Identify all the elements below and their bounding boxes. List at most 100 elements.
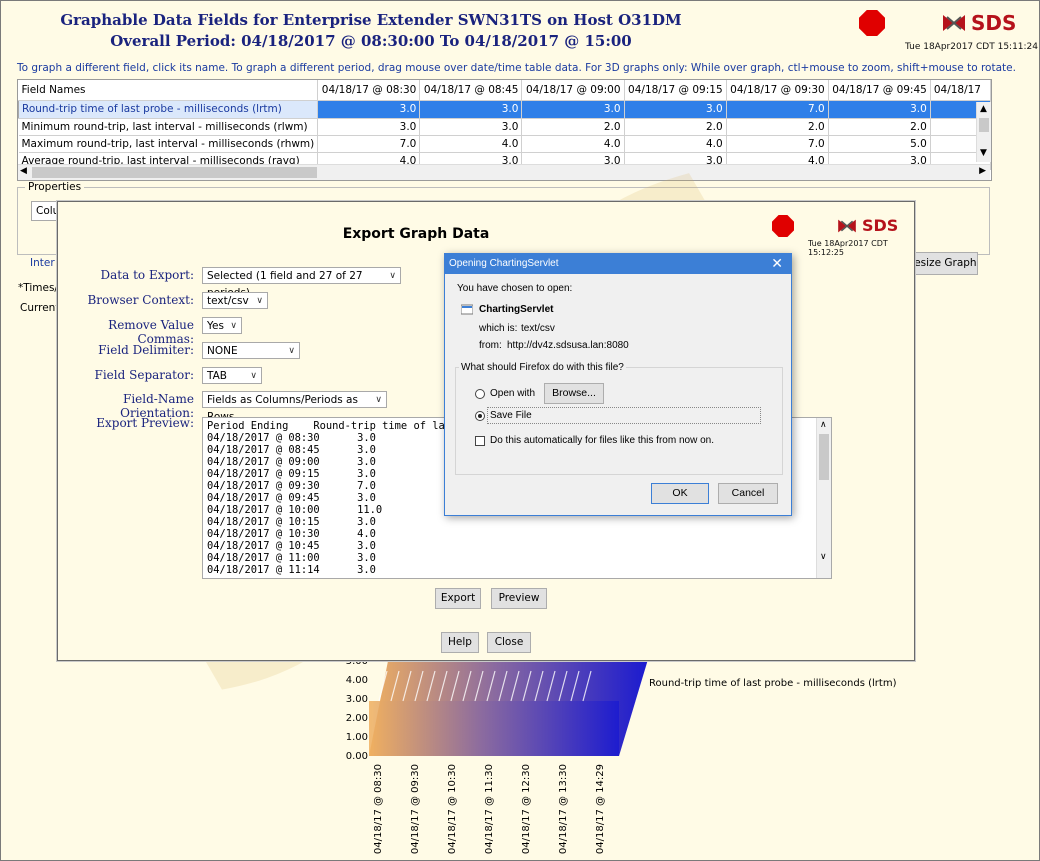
select-value: NONE bbox=[207, 345, 238, 357]
help-button[interactable]: Help bbox=[441, 632, 479, 653]
x-tick: 04/18/17 @ 12:30 bbox=[521, 764, 532, 855]
field-orientation-select[interactable]: Fields as Columns/Periods as Rows∨ bbox=[202, 391, 387, 423]
cell[interactable]: 5.0 bbox=[828, 135, 931, 153]
period-column-header[interactable]: 04/18/17 @ 08:45 bbox=[419, 80, 523, 101]
logo-text: SDS bbox=[862, 216, 899, 235]
cell[interactable]: 3.0 bbox=[624, 100, 727, 119]
which-is-value: text/csv bbox=[521, 323, 555, 334]
period-column-header[interactable]: 04/18/17 bbox=[930, 80, 991, 101]
field-name[interactable]: Round-trip time of last probe - millisec… bbox=[18, 100, 319, 119]
cell[interactable]: 2.0 bbox=[726, 118, 829, 136]
cell[interactable]: 7.0 bbox=[726, 135, 829, 153]
table-row[interactable]: Minimum round-trip, last interval - mill… bbox=[18, 118, 991, 136]
x-tick: 04/18/17 @ 11:30 bbox=[484, 764, 495, 855]
y-tick: 3.00 bbox=[345, 694, 368, 705]
period-column-header[interactable]: 04/18/17 @ 08:30 bbox=[317, 80, 421, 101]
preview-scrollbar[interactable]: ∧ ∨ bbox=[816, 418, 831, 578]
cancel-button[interactable]: Cancel bbox=[718, 483, 778, 504]
table-row[interactable]: Maximum round-trip, last interval - mill… bbox=[18, 135, 991, 153]
save-file-radio[interactable] bbox=[475, 411, 485, 421]
open-with-label[interactable]: Open with bbox=[490, 388, 535, 399]
from-value: http://dv4z.sdsusa.lan:8080 bbox=[507, 340, 629, 351]
graph-area[interactable]: 5.00 4.00 3.00 2.00 1.00 0.00 Round-trip… bbox=[321, 656, 896, 856]
export-dialog-title: Export Graph Data bbox=[342, 226, 490, 242]
cell[interactable]: 4.0 bbox=[521, 135, 625, 153]
select-value: TAB bbox=[207, 370, 227, 382]
sds-logo-icon bbox=[838, 219, 856, 232]
x-tick: 04/18/17 @ 14:29 bbox=[595, 764, 606, 855]
period-column-header[interactable]: 04/18/17 @ 09:15 bbox=[624, 80, 727, 101]
chevron-down-icon: ∨ bbox=[250, 371, 257, 381]
cell[interactable]: 3.0 bbox=[828, 100, 931, 119]
scroll-thumb[interactable] bbox=[979, 118, 989, 132]
period-column-header[interactable]: 04/18/17 @ 09:30 bbox=[726, 80, 829, 101]
series-label: Round-trip time of last probe - millisec… bbox=[649, 678, 897, 689]
scroll-thumb[interactable] bbox=[819, 434, 829, 480]
chevron-up-icon[interactable]: ▲ bbox=[980, 104, 987, 114]
cell[interactable]: 3.0 bbox=[521, 100, 625, 119]
cell[interactable]: 7.0 bbox=[726, 100, 829, 119]
cell[interactable]: 2.0 bbox=[624, 118, 727, 136]
sds-logo: SDS bbox=[836, 216, 898, 235]
stop-icon[interactable] bbox=[772, 215, 794, 237]
timestamp: Tue 18Apr2017 CDT 15:12:25 bbox=[808, 239, 888, 257]
export-button[interactable]: Export bbox=[435, 588, 481, 609]
cell[interactable]: 4.0 bbox=[419, 135, 523, 153]
y-tick: 0.00 bbox=[345, 751, 368, 762]
auto-checkbox-label[interactable]: Do this automatically for files like thi… bbox=[490, 435, 714, 446]
which-is-label: which is: bbox=[479, 323, 518, 334]
cell[interactable]: 3.0 bbox=[317, 118, 421, 136]
cell[interactable]: 3.0 bbox=[419, 100, 523, 119]
x-tick: 04/18/17 @ 08:30 bbox=[373, 764, 384, 855]
chart-3d-surface[interactable] bbox=[369, 656, 659, 761]
close-icon[interactable]: ✕ bbox=[771, 255, 783, 272]
chevron-down-icon: ∨ bbox=[375, 395, 382, 405]
chevron-down-icon[interactable]: ∨ bbox=[820, 552, 827, 562]
field-delimiter-label: Field Delimiter: bbox=[98, 343, 194, 357]
ff-dialog-title: Opening ChartingServlet bbox=[449, 258, 559, 269]
chevron-down-icon: ∨ bbox=[230, 321, 237, 331]
grid-header-row: Field Names 04/18/17 @ 08:30 04/18/17 @ … bbox=[18, 80, 991, 101]
field-name[interactable]: Minimum round-trip, last interval - mill… bbox=[18, 118, 319, 136]
data-to-export-select[interactable]: Selected (1 field and 27 of 27 periods)∨ bbox=[202, 267, 401, 299]
period-title: Overall Period: 04/18/2017 @ 08:30:00 To… bbox=[110, 32, 632, 50]
open-with-radio[interactable] bbox=[475, 389, 485, 399]
app-frame: Graphable Data Fields for Enterprise Ext… bbox=[0, 0, 1040, 861]
field-delimiter-select[interactable]: NONE ∨ bbox=[202, 342, 300, 359]
cell[interactable]: 2.0 bbox=[521, 118, 625, 136]
data-to-export-label: Data to Export: bbox=[100, 268, 194, 282]
field-name[interactable]: Maximum round-trip, last interval - mill… bbox=[18, 135, 319, 153]
logo-text: SDS bbox=[971, 11, 1017, 35]
browse-button[interactable]: Browse... bbox=[544, 383, 604, 404]
period-column-header[interactable]: 04/18/17 @ 09:00 bbox=[521, 80, 625, 101]
cell[interactable]: 7.0 bbox=[317, 135, 421, 153]
stop-icon[interactable] bbox=[859, 10, 885, 36]
cell[interactable]: 2.0 bbox=[828, 118, 931, 136]
remove-commas-select[interactable]: Yes ∨ bbox=[202, 317, 242, 334]
field-names-header: Field Names bbox=[18, 80, 319, 101]
cell[interactable]: 4.0 bbox=[624, 135, 727, 153]
save-file-label[interactable]: Save File bbox=[490, 410, 532, 421]
close-button[interactable]: Close bbox=[487, 632, 531, 653]
period-column-header[interactable]: 04/18/17 @ 09:45 bbox=[828, 80, 931, 101]
remove-commas-label: Remove Value Commas: bbox=[108, 318, 194, 346]
table-row[interactable]: Round-trip time of last probe - millisec… bbox=[18, 100, 991, 119]
auto-checkbox[interactable] bbox=[475, 436, 485, 446]
y-tick: 4.00 bbox=[345, 675, 368, 686]
instructions-text: To graph a different field, click its na… bbox=[17, 62, 1016, 74]
page-title: Graphable Data Fields for Enterprise Ext… bbox=[60, 11, 682, 29]
export-preview-label: Export Preview: bbox=[96, 416, 194, 430]
cell[interactable]: 3.0 bbox=[317, 100, 421, 119]
preview-button[interactable]: Preview bbox=[491, 588, 547, 609]
select-value: Yes bbox=[207, 320, 224, 332]
file-name: ChartingServlet bbox=[479, 304, 554, 315]
chevron-up-icon[interactable]: ∧ bbox=[820, 420, 827, 430]
browser-context-select[interactable]: text/csv ∨ bbox=[202, 292, 268, 309]
cell[interactable]: 3.0 bbox=[419, 118, 523, 136]
ff-title-bar: Opening ChartingServlet ✕ bbox=[445, 254, 791, 274]
field-separator-label: Field Separator: bbox=[94, 368, 194, 382]
ok-button[interactable]: OK bbox=[651, 483, 709, 504]
field-separator-select[interactable]: TAB ∨ bbox=[202, 367, 262, 384]
select-value: text/csv bbox=[207, 295, 249, 307]
sds-logo: SDS bbox=[941, 11, 1016, 35]
